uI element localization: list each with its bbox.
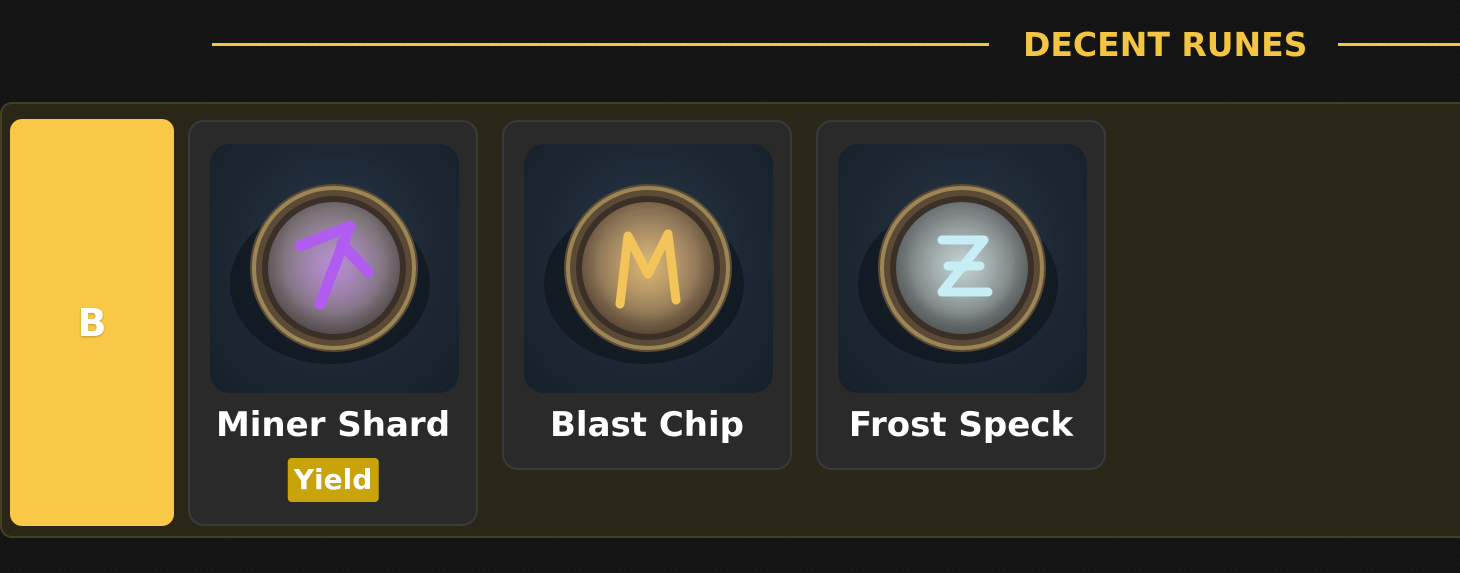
- purple-arrow-rune-icon: [210, 144, 459, 393]
- tier-label: B: [10, 119, 174, 526]
- tier-list-page: DECENT RUNES B Miner Shard Yield Blast C…: [0, 0, 1460, 573]
- header-divider-left: [212, 43, 989, 46]
- tier-row-b: B Miner Shard Yield Blast Chip Frost Spe…: [0, 102, 1460, 538]
- rune-card-blast-chip[interactable]: Blast Chip: [502, 120, 792, 470]
- rune-card-frost-speck[interactable]: Frost Speck: [816, 120, 1106, 470]
- rune-name: Frost Speck: [848, 405, 1074, 445]
- orange-m-rune-icon: [524, 144, 773, 393]
- rune-name: Miner Shard: [215, 405, 451, 445]
- section-title: DECENT RUNES: [1023, 25, 1308, 64]
- header-divider-right: [1338, 43, 1460, 46]
- rune-tag-badge: Yield: [287, 458, 379, 502]
- section-header: DECENT RUNES: [212, 22, 1460, 68]
- rune-card-miner-shard[interactable]: Miner Shard Yield: [188, 120, 478, 526]
- tier-label-text: B: [77, 300, 107, 345]
- ice-z-rune-icon: [838, 144, 1087, 393]
- rune-name: Blast Chip: [550, 405, 744, 445]
